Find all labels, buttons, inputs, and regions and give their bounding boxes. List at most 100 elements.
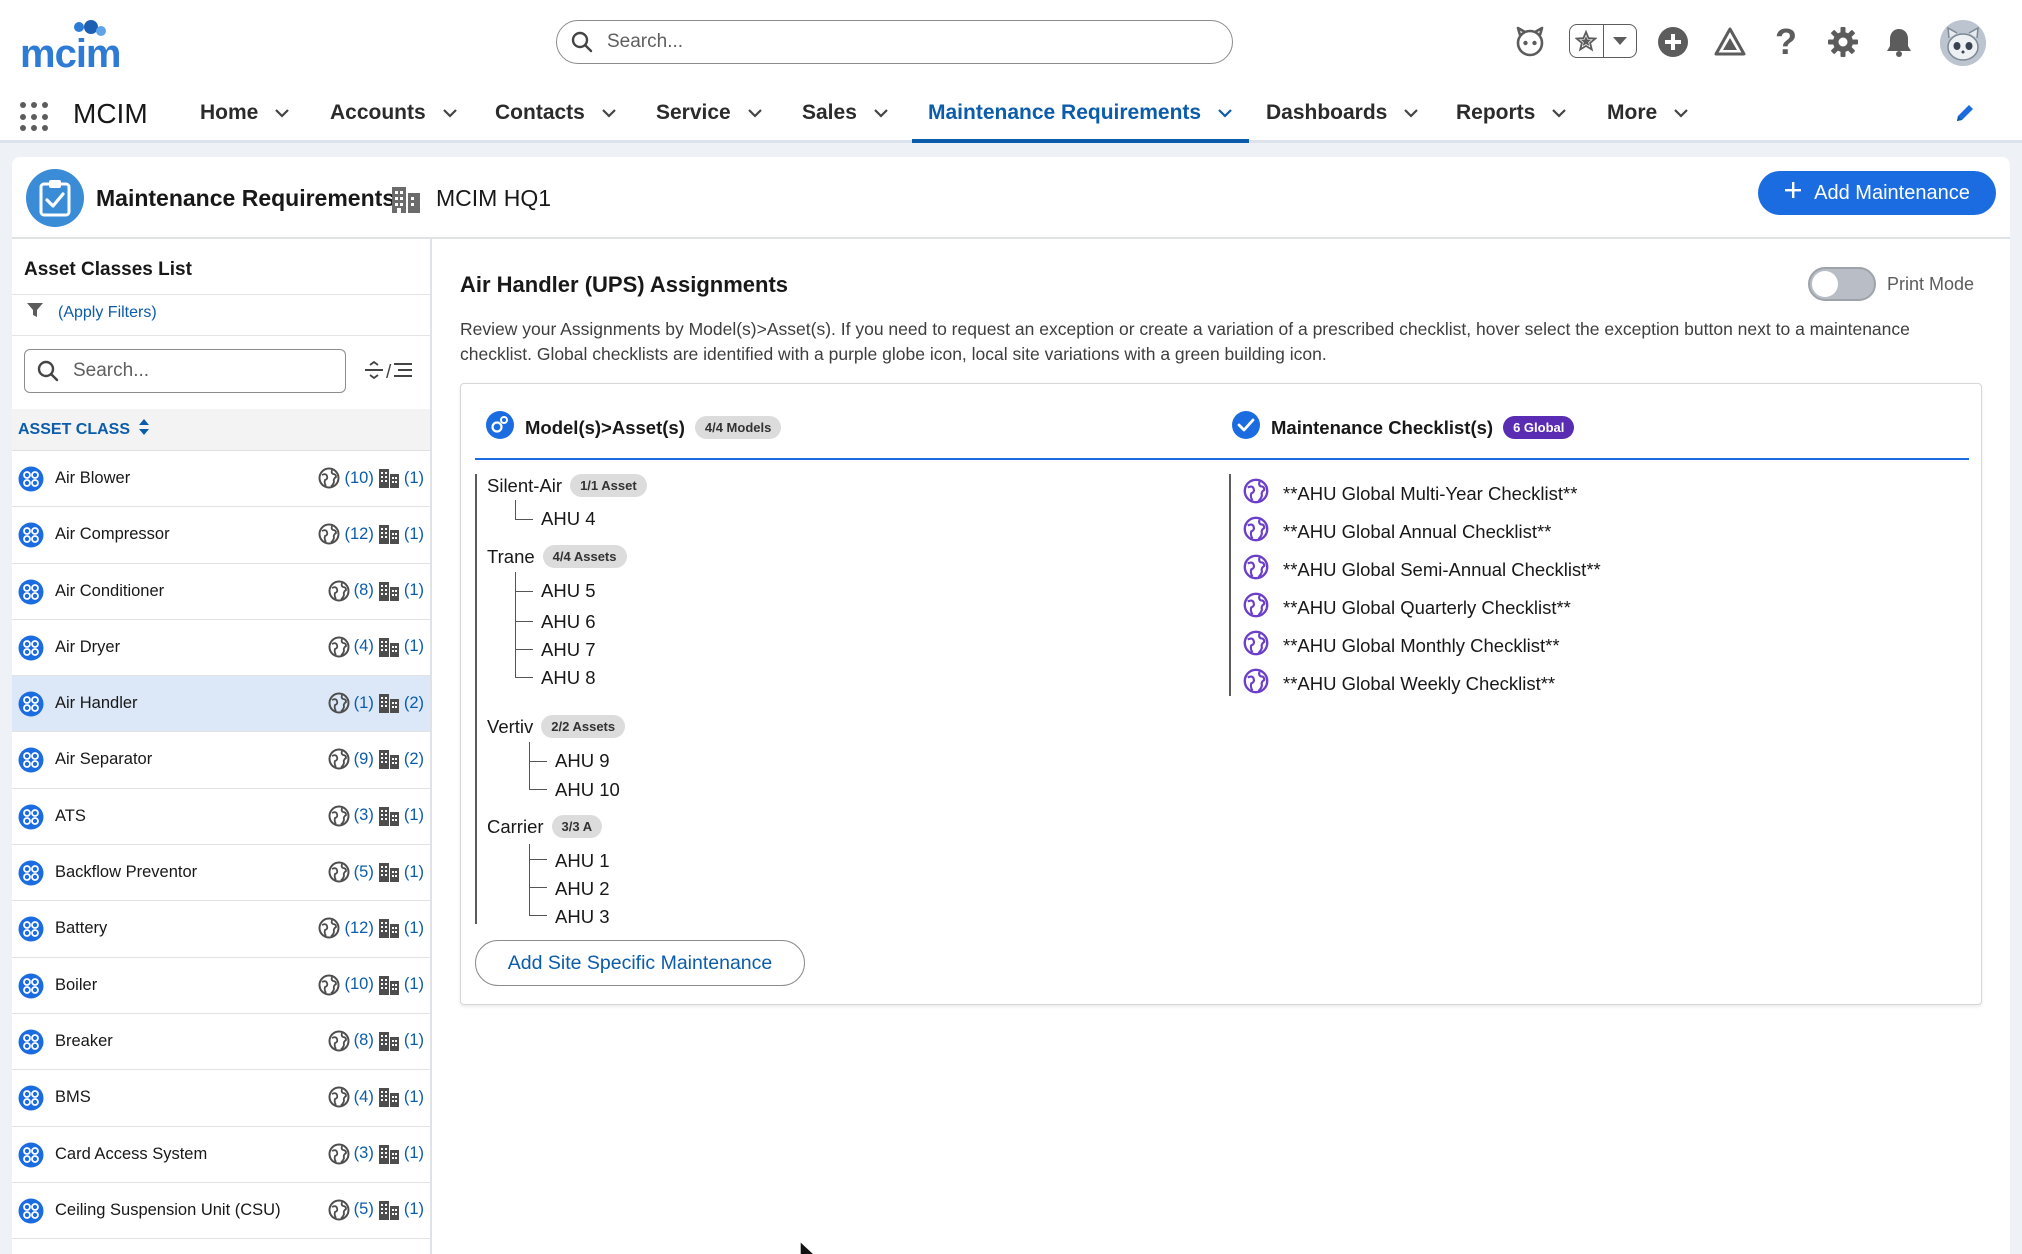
site-count[interactable]: (1): [404, 1088, 424, 1107]
site-count[interactable]: (1): [404, 919, 424, 938]
global-count[interactable]: (5): [354, 863, 374, 882]
asset-item[interactable]: AHU 3: [555, 906, 610, 928]
asset-item[interactable]: AHU 8: [541, 667, 596, 689]
user-avatar[interactable]: [1940, 20, 1986, 66]
model-vertiv[interactable]: Vertiv 2/2 Assets: [487, 715, 626, 738]
asset-class-row[interactable]: ATS (3) (1): [12, 789, 430, 846]
asset-class-row[interactable]: Ceiling Suspension Unit (CSU) (5) (1): [12, 1183, 430, 1240]
global-count[interactable]: (3): [354, 1144, 374, 1163]
asset-class-row[interactable]: Air Blower (10) (1): [12, 451, 430, 508]
model-trane[interactable]: Trane 4/4 Assets: [487, 545, 627, 568]
chevron-down-icon[interactable]: [747, 108, 763, 118]
checklist-item[interactable]: **AHU Global Weekly Checklist**: [1243, 668, 1555, 699]
model-carrier[interactable]: Carrier 3/3 A: [487, 815, 603, 838]
site-count[interactable]: (1): [404, 581, 424, 600]
asset-class-row[interactable]: Air Separator (9) (2): [12, 732, 430, 789]
site-count[interactable]: (1): [404, 469, 424, 488]
sort-icon[interactable]: [138, 418, 150, 441]
asset-class-row[interactable]: Backflow Preventor (5) (1): [12, 845, 430, 902]
global-search-input[interactable]: [607, 29, 1207, 55]
nav-maintenance-requirements[interactable]: Maintenance Requirements: [912, 86, 1250, 143]
nav-more[interactable]: More: [1607, 86, 1689, 140]
site-count[interactable]: (1): [404, 637, 424, 656]
nav-accounts[interactable]: Accounts: [330, 86, 458, 140]
global-count[interactable]: (10): [344, 469, 373, 488]
asset-class-row[interactable]: Card Access System (3) (1): [12, 1127, 430, 1183]
chevron-down-icon[interactable]: [1673, 108, 1689, 118]
asset-item[interactable]: AHU 6: [541, 611, 596, 633]
settings-icon[interactable]: [1823, 22, 1863, 62]
chevron-down-icon[interactable]: [873, 108, 889, 118]
nav-contacts[interactable]: Contacts: [495, 86, 617, 140]
asset-item[interactable]: AHU 9: [555, 750, 610, 772]
asset-class-row[interactable]: Breaker (8) (1): [12, 1014, 430, 1071]
favorites-dropdown-icon[interactable]: [1602, 25, 1637, 57]
nav-reports[interactable]: Reports: [1456, 86, 1567, 140]
asset-class-row[interactable]: BMS (4) (1): [12, 1070, 430, 1127]
asset-class-column-header[interactable]: ASSET CLASS: [12, 409, 430, 451]
agent-icon[interactable]: [1510, 22, 1550, 62]
model-silent-air[interactable]: Silent-Air 1/1 Asset: [487, 474, 647, 497]
notifications-icon[interactable]: [1879, 22, 1919, 62]
global-count[interactable]: (8): [354, 1031, 374, 1050]
site-count[interactable]: (1): [404, 1031, 424, 1050]
asset-item[interactable]: AHU 10: [555, 779, 620, 801]
global-count[interactable]: (4): [354, 637, 374, 656]
asset-item[interactable]: AHU 4: [541, 508, 596, 530]
checklist-item[interactable]: **AHU Global Multi-Year Checklist**: [1243, 478, 1577, 509]
add-site-specific-maintenance-button[interactable]: Add Site Specific Maintenance: [475, 940, 805, 986]
global-count[interactable]: (10): [344, 975, 373, 994]
global-count[interactable]: (12): [344, 919, 373, 938]
site-count[interactable]: (1): [404, 525, 424, 544]
global-count[interactable]: (4): [354, 1088, 374, 1107]
asset-item[interactable]: AHU 7: [541, 639, 596, 661]
app-launcher-icon[interactable]: [20, 102, 50, 132]
global-count[interactable]: (1): [354, 694, 374, 713]
global-count[interactable]: (8): [354, 581, 374, 600]
chevron-down-icon[interactable]: [1403, 108, 1419, 118]
add-icon[interactable]: [1653, 22, 1693, 62]
asset-item[interactable]: AHU 2: [555, 878, 610, 900]
asset-class-row[interactable]: Battery (12) (1): [12, 901, 430, 958]
checklist-item[interactable]: **AHU Global Annual Checklist**: [1243, 516, 1551, 547]
global-count[interactable]: (3): [354, 806, 374, 825]
chevron-down-icon[interactable]: [442, 108, 458, 118]
site-count[interactable]: (2): [404, 694, 424, 713]
asset-class-row[interactable]: Air Handler (1) (2): [12, 676, 430, 733]
global-search[interactable]: [556, 20, 1233, 64]
global-count[interactable]: (9): [354, 750, 374, 769]
asset-class-search[interactable]: [24, 349, 346, 393]
edit-nav-icon[interactable]: [1954, 102, 1976, 129]
asset-class-row[interactable]: Air Compressor (12) (1): [12, 507, 430, 564]
asset-class-search-input[interactable]: [73, 359, 333, 383]
add-maintenance-button[interactable]: Add Maintenance: [1758, 171, 1996, 215]
site-count[interactable]: (2): [404, 750, 424, 769]
nav-sales[interactable]: Sales: [802, 86, 889, 140]
print-mode-toggle[interactable]: [1808, 267, 1876, 301]
asset-class-row[interactable]: Air Conditioner (8) (1): [12, 564, 430, 620]
help-icon[interactable]: ?: [1766, 21, 1806, 62]
chevron-down-icon[interactable]: [601, 108, 617, 118]
nav-service[interactable]: Service: [656, 86, 763, 140]
checklist-item[interactable]: **AHU Global Quarterly Checklist**: [1243, 592, 1571, 623]
asset-class-row[interactable]: Air Dryer (4) (1): [12, 620, 430, 677]
apply-filters-link[interactable]: (Apply Filters): [26, 301, 157, 324]
asset-class-row[interactable]: Boiler (10) (1): [12, 958, 430, 1014]
global-count[interactable]: (12): [344, 525, 373, 544]
mcim-logo[interactable]: mcim: [20, 20, 140, 76]
chevron-down-icon[interactable]: [1217, 108, 1233, 118]
checklist-item[interactable]: **AHU Global Semi-Annual Checklist**: [1243, 554, 1601, 585]
nav-home[interactable]: Home: [200, 86, 290, 140]
site-count[interactable]: (1): [404, 806, 424, 825]
nav-dashboards[interactable]: Dashboards: [1266, 86, 1419, 140]
collapse-all-icon[interactable]: [393, 361, 413, 385]
favorites-group[interactable]: [1569, 24, 1637, 58]
expand-all-icon[interactable]: [364, 360, 384, 385]
chevron-down-icon[interactable]: [274, 108, 290, 118]
site-count[interactable]: (1): [404, 863, 424, 882]
asset-item[interactable]: AHU 1: [555, 850, 610, 872]
asset-item[interactable]: AHU 5: [541, 580, 596, 602]
checklist-item[interactable]: **AHU Global Monthly Checklist**: [1243, 630, 1560, 661]
site-count[interactable]: (1): [404, 975, 424, 994]
favorites-star-icon[interactable]: [1570, 25, 1603, 57]
